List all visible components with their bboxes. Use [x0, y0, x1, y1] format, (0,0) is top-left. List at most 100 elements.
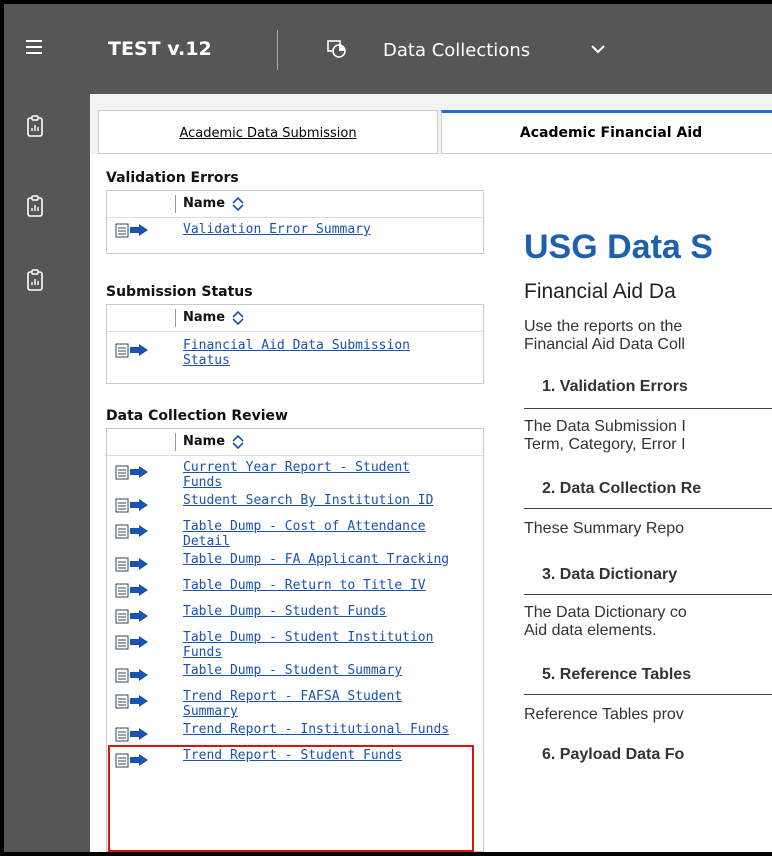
report-icon — [115, 583, 148, 598]
name-column-header[interactable]: Name — [183, 434, 225, 449]
section-heading: 1. Validation Errors — [542, 378, 688, 395]
link-line: Status — [183, 353, 230, 368]
tab-label: Academic Financial Aid — [519, 125, 703, 141]
name-column-header[interactable]: Name — [183, 196, 225, 211]
list-item: Current Year Report - Student Funds — [107, 460, 483, 493]
report-link[interactable]: Trend Report - FAFSA Student Summary — [183, 689, 483, 719]
hamburger-icon[interactable] — [26, 40, 42, 58]
report-link[interactable]: Table Dump - FA Applicant Tracking — [183, 552, 483, 567]
link-line: Funds — [183, 645, 223, 660]
page-heading: USG Data S — [524, 228, 713, 266]
sort-icon[interactable] — [231, 311, 245, 325]
section-text: Aid data elements. — [524, 622, 657, 639]
report-table-validation: Name Validation Error Summary — [106, 190, 484, 254]
report-table-submission: Name Financial Aid Data Submission Status — [106, 304, 484, 384]
report-link-fa-submission-status[interactable]: Financial Aid Data Submission Status — [183, 338, 483, 368]
report-icon — [115, 498, 148, 513]
report-link-validation-error-summary[interactable]: Validation Error Summary — [183, 222, 483, 237]
highlight-box — [108, 745, 474, 852]
list-item: Table Dump - FA Applicant Tracking — [107, 552, 483, 578]
section-title-validation-errors: Validation Errors — [106, 170, 239, 186]
list-item: Table Dump - Student Funds — [107, 604, 483, 630]
list-item: Student Search By Institution ID — [107, 493, 483, 519]
report-icon — [115, 223, 148, 238]
report-icon — [115, 609, 148, 624]
report-link[interactable]: Current Year Report - Student Funds — [183, 460, 483, 490]
link-line: Trend Report - Institutional Funds — [183, 722, 450, 737]
sort-icon[interactable] — [231, 435, 245, 449]
link-line: Summary — [183, 704, 238, 719]
report-clipboard-icon[interactable] — [26, 268, 44, 292]
top-bar: TEST v.12 Data Collections — [4, 4, 772, 94]
section-text: Term, Category, Error I — [524, 436, 686, 453]
intro-text: Use the reports on the — [524, 318, 683, 335]
section-text: The Data Dictionary co — [524, 604, 687, 621]
list-item: Trend Report - FAFSA Student Summary — [107, 689, 483, 722]
report-icon — [115, 727, 148, 742]
report-icon — [115, 668, 148, 683]
list-item: Table Dump - Cost of Attendance Detail — [107, 519, 483, 552]
section-text: These Summary Repo — [524, 520, 685, 537]
left-rail — [4, 94, 90, 852]
link-line: Table Dump - Cost of Attendance — [183, 519, 426, 534]
tab-label: Academic Data Submission — [179, 126, 357, 141]
divider — [277, 30, 278, 70]
report-icon — [115, 465, 148, 480]
report-icon — [115, 694, 148, 709]
app-window: TEST v.12 Data Collections Academic Data… — [0, 0, 772, 856]
link-line: Financial Aid Data Submission — [183, 338, 410, 353]
page-subheading: Financial Aid Da — [524, 280, 676, 303]
link-line: Table Dump - Student Institution — [183, 630, 434, 645]
report-link[interactable]: Table Dump - Student Funds — [183, 604, 483, 619]
table-header: Name — [107, 429, 483, 456]
link-line: Table Dump - Return to Title IV — [183, 578, 426, 593]
tab-academic-financial-aid[interactable]: Academic Financial Aid — [441, 110, 772, 154]
section-heading: 2. Data Collection Re — [542, 480, 702, 497]
link-line: Funds — [183, 475, 223, 490]
divider — [524, 408, 772, 409]
divider — [524, 694, 772, 695]
table-header: Name — [107, 191, 483, 218]
section-text: Reference Tables prov — [524, 706, 684, 723]
divider — [524, 508, 772, 509]
section-heading: 6. Payload Data Fo — [542, 746, 685, 763]
report-icon — [115, 343, 148, 358]
section-heading: 3. Data Dictionary — [542, 566, 678, 583]
link-line: Table Dump - Student Summary — [183, 663, 403, 678]
section-title-data-collection-review: Data Collection Review — [106, 408, 288, 424]
report-icon — [115, 635, 148, 650]
report-icon — [115, 557, 148, 572]
description-panel: USG Data S Financial Aid Da Use the repo… — [524, 168, 772, 852]
link-line: Detail — [183, 534, 230, 549]
section-heading: 5. Reference Tables — [542, 666, 692, 683]
report-link[interactable]: Student Search By Institution ID — [183, 493, 483, 508]
section-text: The Data Submission I — [524, 418, 686, 435]
report-link[interactable]: Trend Report - Institutional Funds — [183, 722, 483, 737]
name-column-header[interactable]: Name — [183, 310, 225, 325]
report-link[interactable]: Table Dump - Cost of Attendance Detail — [183, 519, 483, 549]
list-item: Table Dump - Return to Title IV — [107, 578, 483, 604]
report-link[interactable]: Table Dump - Student Summary — [183, 663, 483, 678]
sort-icon[interactable] — [231, 197, 245, 211]
data-collections-menu[interactable]: Data Collections — [383, 40, 530, 61]
link-line: Trend Report - FAFSA Student — [183, 689, 403, 704]
divider — [524, 594, 772, 595]
intro-text: Financial Aid Data Coll — [524, 336, 685, 353]
link-line: Table Dump - Student Funds — [183, 604, 387, 619]
data-collections-icon[interactable] — [327, 40, 347, 58]
tab-academic-data-submission[interactable]: Academic Data Submission — [98, 110, 438, 154]
report-link[interactable]: Table Dump - Return to Title IV — [183, 578, 483, 593]
table-header: Name — [107, 305, 483, 332]
link-line: Table Dump - FA Applicant Tracking — [183, 552, 450, 567]
report-link[interactable]: Table Dump - Student Institution Funds — [183, 630, 483, 660]
report-clipboard-icon[interactable] — [26, 114, 44, 138]
section-title-submission-status: Submission Status — [106, 284, 253, 300]
app-title: TEST v.12 — [108, 38, 212, 60]
chevron-down-icon[interactable] — [589, 40, 607, 58]
report-icon — [115, 524, 148, 539]
list-item: Table Dump - Student Institution Funds — [107, 630, 483, 663]
link-line: Current Year Report - Student — [183, 460, 410, 475]
report-clipboard-icon[interactable] — [26, 194, 44, 218]
list-item: Table Dump - Student Summary — [107, 663, 483, 689]
link-line: Student Search By Institution ID — [183, 493, 434, 508]
